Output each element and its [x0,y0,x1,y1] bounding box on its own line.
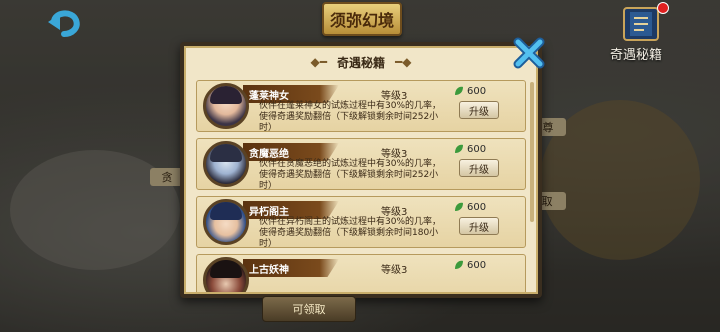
claim-button[interactable]: 可领取 [262,296,356,322]
jade-icon [455,144,463,153]
item-name: 上古妖神 [249,265,289,276]
list-item: 贪魔恶绝 等级3 伙伴在贪魔恶绝的试炼过程中有30%的几率，使得奇遇奖励翻倍（下… [196,138,526,191]
ornament-right-icon: ━◆ [395,55,412,69]
item-name: 贪魔恶绝 [249,149,289,160]
dialog-title: 奇遇秘籍 [336,55,385,70]
cost-value: 600 [467,85,487,97]
close-icon [513,37,545,69]
cost-value: 600 [467,259,487,271]
item-description: 伙伴在异朽阁主的试炼过程中有30%的几率，使得奇遇奖励翻倍（下级解锁剩余时间18… [259,217,442,249]
ornament-left-icon: ◆━ [310,55,327,69]
secret-book-dialog: ◆━ 奇遇秘籍 ━◆ 蓬莱神女 等级3 伙伴在蓬莱神女的试炼过程中有30%的几率… [180,37,545,298]
item-description: 伙伴在贪魔恶绝的试炼过程中有30%的几率，使得奇遇奖励翻倍（下级解锁剩余时间25… [259,159,442,191]
close-button[interactable] [512,36,546,70]
notification-badge [657,2,669,14]
list-item: 蓬莱神女 等级3 伙伴在蓬莱神女的试炼过程中有30%的几率，使得奇遇奖励翻倍（下… [196,80,526,133]
secret-list[interactable]: 蓬莱神女 等级3 伙伴在蓬莱神女的试炼过程中有30%的几率，使得奇遇奖励翻倍（下… [196,80,526,292]
page-title: 须弥幻境 [322,2,402,36]
cost-value: 600 [467,201,487,213]
item-name: 蓬莱神女 [249,91,289,102]
item-description: 伙伴在蓬莱神女的试炼过程中有30%的几率，使得奇遇奖励翻倍（下级解锁剩余时间25… [259,101,442,133]
item-cost: 600 [453,85,486,97]
list-item: 异朽阁主 等级3 伙伴在异朽阁主的试炼过程中有30%的几率，使得奇遇奖励翻倍（下… [196,196,526,249]
item-cost: 600 [453,143,486,155]
item-level: 等级3 [381,265,408,276]
item-level: 等级3 [381,91,408,102]
back-button[interactable] [44,4,84,40]
item-level: 等级3 [381,149,408,160]
item-cost: 600 [453,259,486,271]
avatar [203,83,249,129]
list-item: 上古妖神 等级3 600 [196,254,526,292]
item-name: 异朽阁主 [249,207,289,218]
cost-value: 600 [467,143,487,155]
avatar [203,141,249,187]
upgrade-button[interactable]: 升级 [459,101,499,119]
avatar [203,257,249,292]
back-arrow-icon [48,10,80,37]
secret-book-button[interactable] [620,2,669,44]
scrollbar[interactable] [530,82,534,222]
jade-icon [455,260,463,269]
jade-icon [455,86,463,95]
jade-icon [455,202,463,211]
dialog-header: ◆━ 奇遇秘籍 ━◆ [184,50,538,74]
upgrade-button[interactable]: 升级 [459,159,499,177]
upgrade-button[interactable]: 升级 [459,217,499,235]
secret-book-label: 奇遇秘籍 [609,48,662,63]
avatar [203,199,249,245]
item-cost: 600 [453,201,486,213]
item-level: 等级3 [381,207,408,218]
